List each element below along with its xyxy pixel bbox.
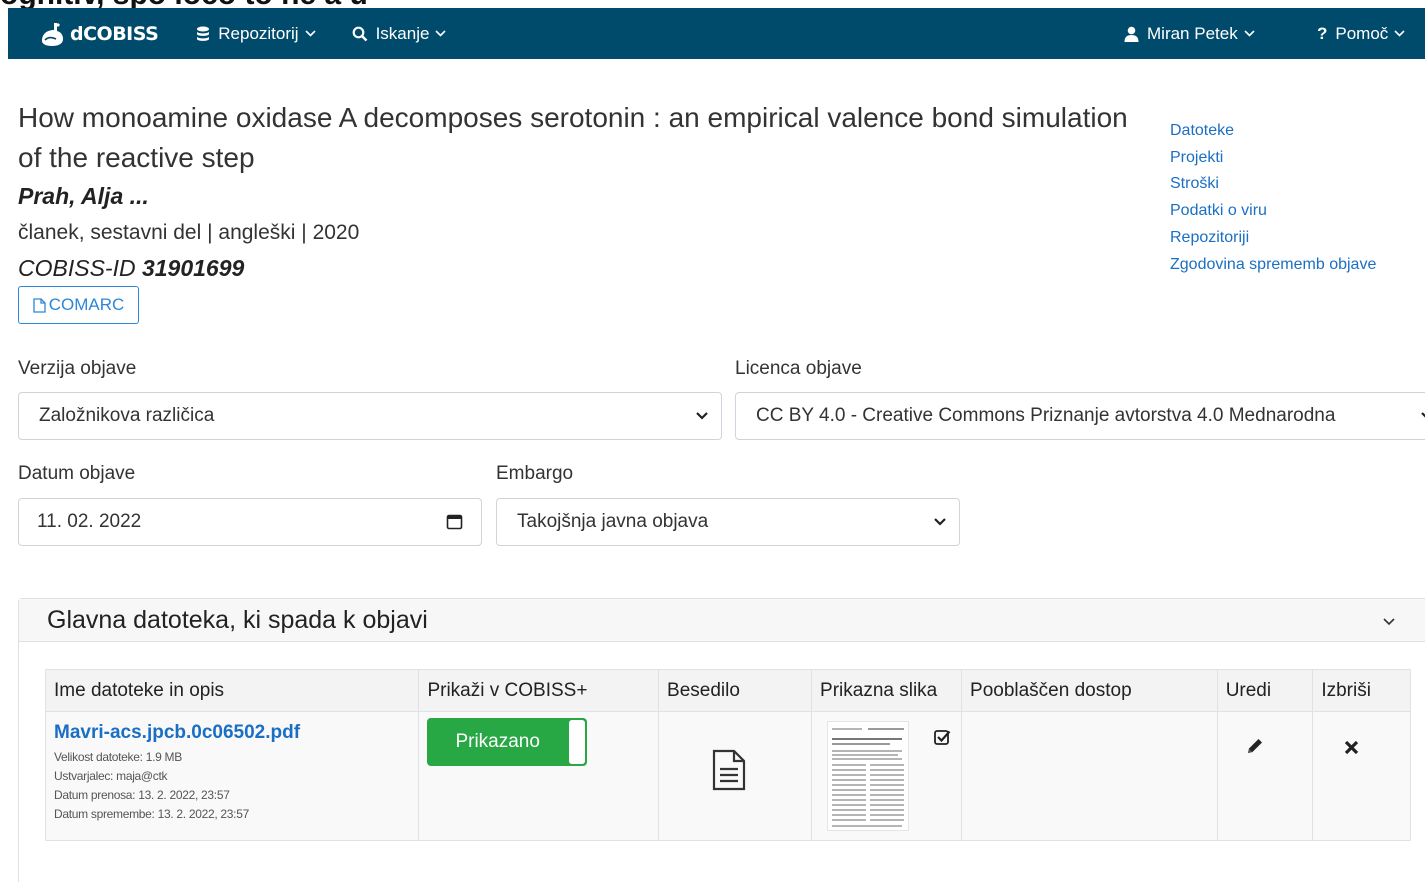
thumbnail-cell: [811, 711, 963, 841]
search-icon: [352, 26, 368, 42]
nav-search-menu[interactable]: Iskanje: [352, 24, 447, 44]
file-creator: Ustvarjalec: maja@ctk: [54, 769, 168, 783]
col-thumbnail: Prikazna slika: [811, 669, 963, 712]
table-row: Mavri-acs.jpcb.0c06502.pdf Velikost dato…: [44, 711, 1411, 841]
edit-cell: [1216, 711, 1314, 841]
nav-repository-menu[interactable]: Repozitorij: [196, 23, 316, 44]
delete-cell: [1312, 711, 1411, 841]
toggle-knob: [569, 720, 586, 764]
license-select[interactable]: CC BY 4.0 - Creative Commons Priznanje a…: [735, 392, 1425, 440]
date-input-value: 11. 02. 2022: [37, 511, 142, 532]
show-cobiss-cell: Prikazano: [418, 711, 660, 841]
col-authorized-access: Pooblaščen dostop: [961, 669, 1218, 712]
user-icon: [1124, 26, 1139, 42]
col-file-name: Ime datoteke in opis: [44, 669, 420, 712]
comarc-button-label: COMARC: [48, 295, 125, 314]
nav-help-menu[interactable]: ? Pomoč: [1317, 24, 1405, 44]
license-select-value: CC BY 4.0 - Creative Commons Priznanje a…: [756, 405, 1336, 426]
chevron-down-icon: [1244, 28, 1255, 40]
record-meta: članek, sestavni del | angleški | 2020: [18, 221, 360, 244]
link-repositories[interactable]: Repozitoriji: [1170, 225, 1376, 252]
files-section-title: Glavna datoteka, ki spada k objavi: [47, 605, 428, 634]
col-show-cobiss: Prikaži v COBISS+: [418, 669, 660, 712]
thumbnail-image[interactable]: [827, 721, 910, 831]
chevron-down-icon: [1420, 408, 1425, 430]
display-toggle[interactable]: Prikazano: [427, 718, 588, 766]
link-source-data[interactable]: Podatki o viru: [1170, 198, 1376, 225]
file-name-link[interactable]: Mavri-acs.jpcb.0c06502.pdf: [54, 722, 418, 744]
question-icon: ?: [1317, 23, 1328, 43]
file-size: Velikost datoteke: 1.9 MB: [54, 750, 182, 764]
link-costs[interactable]: Stroški: [1170, 171, 1376, 198]
cobiss-id-value: 31901699: [141, 255, 245, 281]
license-label: Licenca objave: [735, 358, 862, 379]
version-select[interactable]: Založnikova različica: [18, 392, 722, 440]
pencil-icon[interactable]: [1246, 737, 1264, 760]
link-files[interactable]: Datoteke: [1170, 118, 1376, 145]
cobiss-id-label: COBISS-ID: [18, 255, 136, 281]
file-modified-date: Datum spremembe: 13. 2. 2022, 23:57: [54, 807, 249, 821]
top-strip: ognitiv, spo ločo to ne a u: [0, 0, 1425, 8]
chevron-down-icon: [695, 408, 709, 430]
record-title: How monoamine oxidase A decomposes serot…: [18, 102, 1128, 173]
link-change-history[interactable]: Zgodovina sprememb objave: [1170, 252, 1376, 279]
date-label: Datum objave: [18, 463, 136, 484]
col-edit: Uredi: [1216, 669, 1314, 712]
embargo-select[interactable]: Takojšnja javna objava: [496, 498, 960, 546]
col-delete: Izbriši: [1312, 669, 1411, 712]
version-label: Verzija objave: [18, 358, 137, 379]
file-upload-date: Datum prenosa: 13. 2. 2022, 23:57: [54, 788, 230, 802]
file-icon: [33, 297, 46, 313]
cobiss-id: COBISS-ID 31901699: [18, 255, 244, 282]
navbar: dCOBISS Repozitorij Iskanje Miran Petek …: [8, 8, 1425, 59]
side-links: Datoteke Projekti Stroški Podatki o viru…: [1170, 118, 1376, 278]
nav-repository-label: Repozitorij: [218, 23, 299, 43]
files-table: Ime datoteke in opis Prikaži v COBISS+ B…: [44, 669, 1411, 841]
embargo-label: Embargo: [496, 463, 574, 484]
record-author: Prah, Alja ...: [18, 183, 149, 209]
link-projects[interactable]: Projekti: [1170, 145, 1376, 172]
top-strip-text: ognitiv, spo ločo to ne a u: [0, 0, 368, 8]
display-toggle-label: Prikazano: [455, 731, 540, 752]
text-cell: [658, 711, 813, 841]
col-text: Besedilo: [658, 669, 813, 712]
date-input[interactable]: 11. 02. 2022: [18, 498, 482, 546]
authorized-access-cell: [961, 711, 1218, 841]
brand-logo[interactable]: dCOBISS: [36, 8, 159, 59]
chevron-down-icon: [435, 28, 447, 40]
brand-name: dCOBISS: [70, 22, 159, 45]
comarc-button[interactable]: COMARC: [18, 286, 139, 324]
version-select-value: Založnikova različica: [39, 405, 215, 426]
close-icon[interactable]: [1344, 740, 1359, 760]
files-accordion: Glavna datoteka, ki spada k objavi Ime d…: [18, 598, 1425, 882]
chevron-down-icon: [933, 514, 947, 536]
nav-help-label: Pomoč: [1335, 23, 1389, 43]
files-table-header: Ime datoteke in opis Prikaži v COBISS+ B…: [44, 669, 1411, 712]
calendar-icon[interactable]: [446, 513, 463, 536]
chevron-down-icon: [305, 28, 316, 40]
file-text-icon[interactable]: [712, 749, 746, 796]
files-accordion-header[interactable]: Glavna datoteka, ki spada k objavi: [19, 599, 1425, 642]
embargo-select-value: Takojšnja javna objava: [517, 511, 709, 532]
nav-search-label: Iskanje: [375, 23, 430, 43]
chevron-down-icon[interactable]: [1381, 609, 1397, 638]
cobiss-logo-icon: [42, 22, 63, 46]
checkbox-checked-icon[interactable]: [934, 729, 951, 751]
file-info-cell: Mavri-acs.jpcb.0c06502.pdf Velikost dato…: [44, 711, 420, 841]
nav-user-menu[interactable]: Miran Petek: [1124, 24, 1255, 44]
database-icon: [196, 26, 210, 42]
chevron-down-icon: [1394, 28, 1405, 40]
nav-user-name: Miran Petek: [1147, 23, 1238, 43]
